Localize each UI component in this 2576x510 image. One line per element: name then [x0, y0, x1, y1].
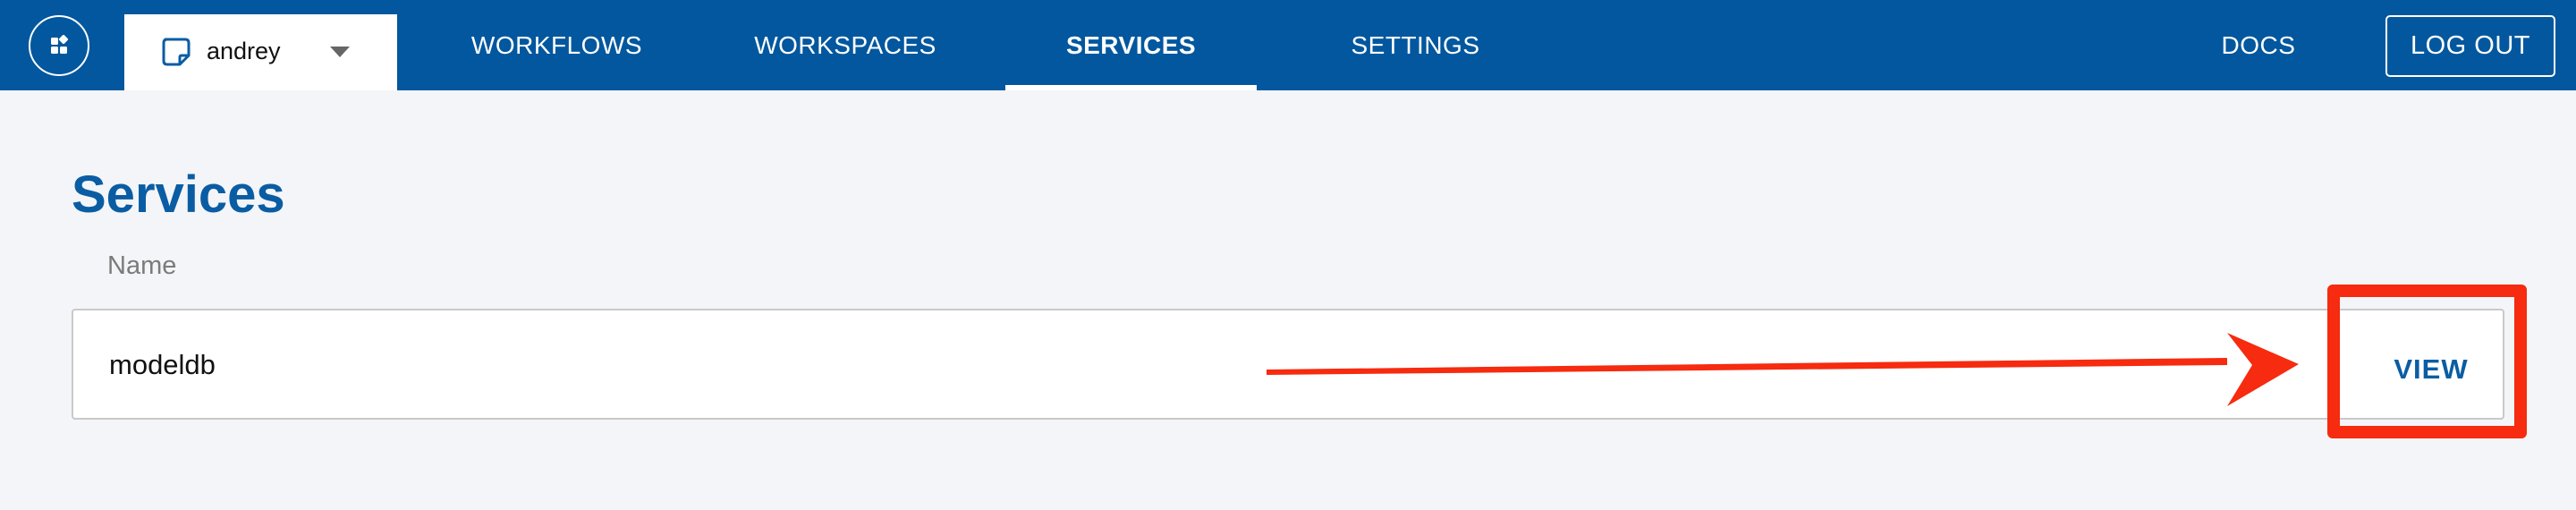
- user-workspace-selector[interactable]: andrey: [124, 14, 397, 90]
- arrow-right: [1267, 333, 2299, 406]
- top-navigation-bar: andrey WORKFLOWS WORKSPACES SERVICES SET…: [0, 0, 2576, 90]
- logout-button[interactable]: LOG OUT: [2385, 15, 2555, 77]
- user-name: andrey: [207, 38, 281, 64]
- column-header-name: Name: [107, 251, 177, 280]
- app-menu-button[interactable]: [29, 15, 89, 76]
- grid-icon: [51, 35, 69, 54]
- nav-workflows[interactable]: WORKFLOWS: [447, 0, 666, 90]
- nav-settings[interactable]: SETTINGS: [1324, 0, 1507, 90]
- nav-services[interactable]: SERVICES: [1005, 0, 1257, 90]
- view-button-highlight: [2327, 285, 2527, 438]
- page-title: Services: [72, 166, 285, 224]
- docs-link[interactable]: DOCS: [2196, 0, 2321, 90]
- service-name: modeldb: [109, 349, 216, 380]
- document-icon: [162, 38, 191, 66]
- active-tab-indicator: [1005, 85, 1257, 90]
- chevron-down-icon[interactable]: [330, 47, 350, 57]
- nav-workspaces[interactable]: WORKSPACES: [724, 0, 966, 90]
